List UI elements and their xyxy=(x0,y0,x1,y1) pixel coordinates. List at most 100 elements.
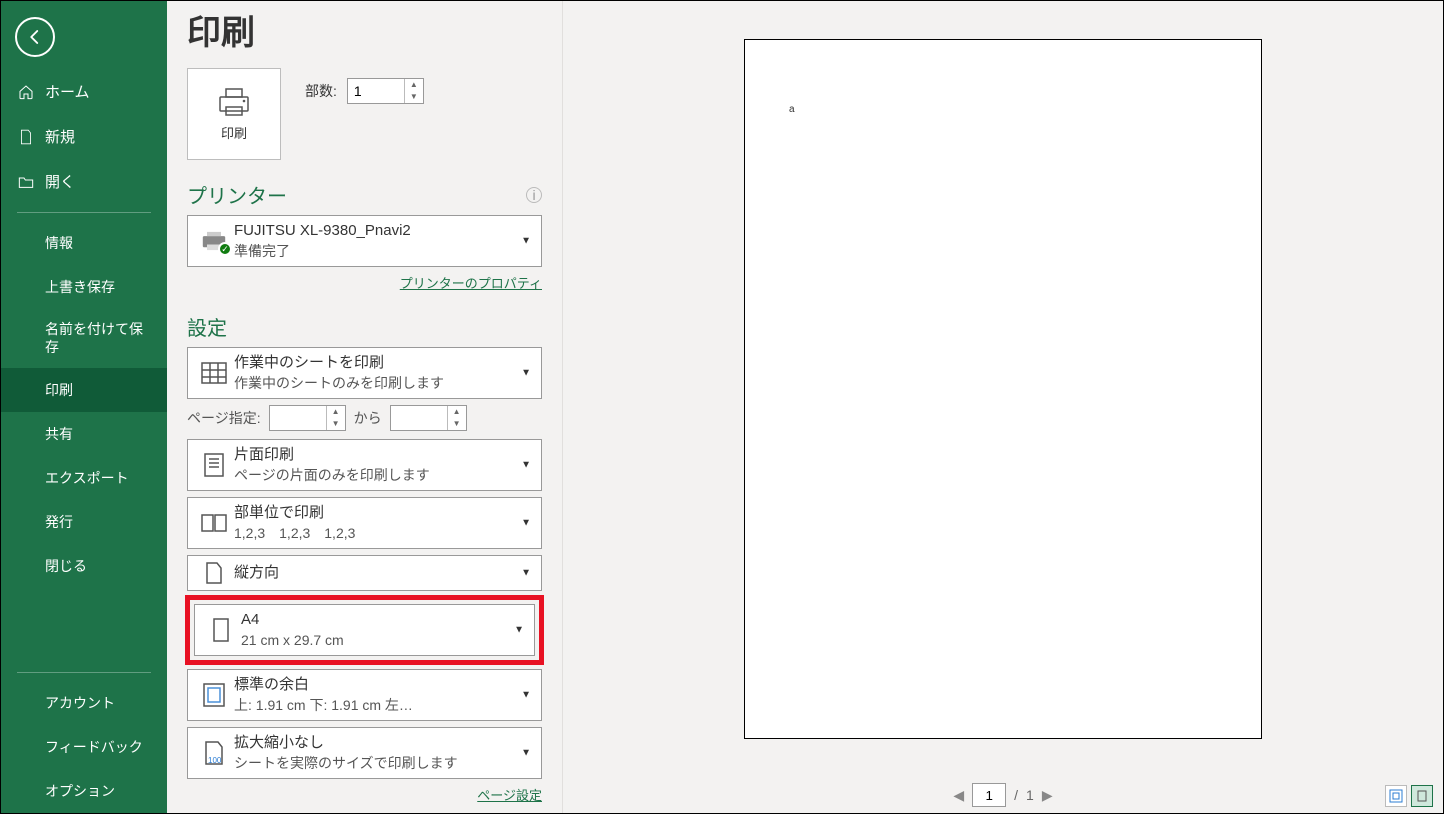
chevron-down-icon: ▼ xyxy=(521,518,531,529)
sidebar-item-close[interactable]: 閉じる xyxy=(1,544,167,588)
printer-properties-link[interactable]: プリンターのプロパティ xyxy=(400,276,542,291)
chevron-down-icon: ▼ xyxy=(521,568,531,579)
home-icon xyxy=(17,83,35,101)
copies-spinner[interactable]: ▲▼ xyxy=(347,78,424,104)
page-setup-link[interactable]: ページ設定 xyxy=(477,788,542,803)
sidebar-item-label: 印刷 xyxy=(45,380,73,400)
arrow-left-icon xyxy=(26,28,44,46)
sidebar-item-label: 共有 xyxy=(45,424,73,444)
scaling-icon: 100 xyxy=(203,740,225,766)
print-scope-select[interactable]: 作業中のシートを印刷 作業中のシートのみを印刷します ▼ xyxy=(187,347,542,399)
sidebar-item-publish[interactable]: 発行 xyxy=(1,500,167,544)
printer-name: FUJITSU XL-9380_Pnavi2 xyxy=(234,221,515,241)
zoom-to-page-button[interactable] xyxy=(1411,785,1433,807)
orientation-select[interactable]: 縦方向 ▼ xyxy=(187,555,542,591)
spinner-up[interactable]: ▲ xyxy=(448,406,466,418)
svg-text:100: 100 xyxy=(208,756,222,765)
sidebar-item-share[interactable]: 共有 xyxy=(1,412,167,456)
spinner-up[interactable]: ▲ xyxy=(405,79,423,91)
print-button-label: 印刷 xyxy=(221,123,247,142)
settings-section-header: 設定 xyxy=(187,312,227,341)
pages-to-input[interactable] xyxy=(391,406,447,430)
sidebar-item-label: アカウント xyxy=(45,693,115,713)
paper-sub: 21 cm x 29.7 cm xyxy=(241,631,508,650)
single-side-icon xyxy=(202,452,226,478)
backstage-sidebar: ホーム 新規 開く 情報 上書き保存 名前を付けて保存 印刷 共有 エクスポート… xyxy=(1,1,167,813)
new-file-icon xyxy=(17,128,35,146)
status-ready-badge-icon xyxy=(218,242,232,256)
sidebar-item-open[interactable]: 開く xyxy=(1,159,167,204)
collate-main: 部単位で印刷 xyxy=(234,503,515,523)
sidebar-item-label: 発行 xyxy=(45,512,73,532)
chevron-down-icon: ▼ xyxy=(521,748,531,759)
sidebar-item-save[interactable]: 上書き保存 xyxy=(1,265,167,309)
info-icon[interactable]: i xyxy=(526,187,542,203)
sidebar-item-account[interactable]: アカウント xyxy=(1,681,167,725)
copies-label: 部数: xyxy=(305,81,337,101)
show-margins-button[interactable] xyxy=(1385,785,1407,807)
sides-sub: ページの片面のみを印刷します xyxy=(234,466,515,485)
sidebar-item-label: 新規 xyxy=(45,126,75,147)
scope-sub: 作業中のシートのみを印刷します xyxy=(234,374,515,393)
printer-select[interactable]: FUJITSU XL-9380_Pnavi2 準備完了 ▼ xyxy=(187,215,542,267)
sidebar-item-label: 上書き保存 xyxy=(45,277,115,297)
chevron-down-icon: ▼ xyxy=(521,368,531,379)
sides-select[interactable]: 片面印刷 ページの片面のみを印刷します ▼ xyxy=(187,439,542,491)
chevron-down-icon: ▼ xyxy=(521,460,531,471)
prev-page-button[interactable]: ◀ xyxy=(953,787,964,804)
pages-to-label: から xyxy=(354,408,382,428)
collate-icon xyxy=(201,512,227,534)
sidebar-item-label: 開く xyxy=(45,171,75,192)
orientation-main: 縦方向 xyxy=(234,563,515,583)
spinner-down[interactable]: ▼ xyxy=(405,91,423,103)
preview-content: a xyxy=(789,104,795,115)
sides-main: 片面印刷 xyxy=(234,445,515,465)
scope-main: 作業中のシートを印刷 xyxy=(234,353,515,373)
scaling-main: 拡大縮小なし xyxy=(234,733,515,753)
print-settings-pane: 印刷 印刷 部数: ▲▼ プリンター i xyxy=(167,1,563,813)
margins-icon xyxy=(202,682,226,708)
collate-select[interactable]: 部単位で印刷 1,2,3 1,2,3 1,2,3 ▼ xyxy=(187,497,542,549)
pages-from-spinner[interactable]: ▲▼ xyxy=(269,405,346,431)
sidebar-item-saveas[interactable]: 名前を付けて保存 xyxy=(1,309,167,368)
current-page-input[interactable] xyxy=(972,783,1006,807)
app-root: ホーム 新規 開く 情報 上書き保存 名前を付けて保存 印刷 共有 エクスポート… xyxy=(0,0,1444,814)
sidebar-item-label: 情報 xyxy=(45,233,73,253)
sidebar-item-export[interactable]: エクスポート xyxy=(1,456,167,500)
paper-size-select[interactable]: A4 21 cm x 29.7 cm ▼ xyxy=(194,604,535,656)
sidebar-item-label: オプション xyxy=(45,781,115,801)
chevron-down-icon: ▼ xyxy=(514,625,524,636)
copies-input[interactable] xyxy=(348,79,404,103)
paper-main: A4 xyxy=(241,610,508,630)
sidebar-item-info[interactable]: 情報 xyxy=(1,221,167,265)
next-page-button[interactable]: ▶ xyxy=(1042,787,1053,804)
sidebar-item-print[interactable]: 印刷 xyxy=(1,368,167,412)
scaling-select[interactable]: 100 拡大縮小なし シートを実際のサイズで印刷します ▼ xyxy=(187,727,542,779)
sidebar-divider xyxy=(17,212,151,213)
pages-to-spinner[interactable]: ▲▼ xyxy=(390,405,467,431)
pages-from-input[interactable] xyxy=(270,406,326,430)
margins-select[interactable]: 標準の余白 上: 1.91 cm 下: 1.91 cm 左… ▼ xyxy=(187,669,542,721)
sidebar-item-label: 閉じる xyxy=(45,556,87,576)
page-title: 印刷 xyxy=(187,5,542,54)
printer-icon xyxy=(214,87,254,117)
page-preview: a xyxy=(744,39,1262,739)
spinner-up[interactable]: ▲ xyxy=(327,406,345,418)
zoom-fit-icon xyxy=(1415,789,1429,803)
spinner-down[interactable]: ▼ xyxy=(448,418,466,430)
sidebar-item-label: ホーム xyxy=(45,81,90,102)
collate-sub: 1,2,3 1,2,3 1,2,3 xyxy=(234,524,515,543)
sidebar-item-feedback[interactable]: フィードバック xyxy=(1,725,167,769)
printer-status: 準備完了 xyxy=(234,242,515,261)
total-pages: 1 xyxy=(1026,787,1034,803)
margins-sub: 上: 1.91 cm 下: 1.91 cm 左… xyxy=(234,696,515,715)
scaling-sub: シートを実際のサイズで印刷します xyxy=(234,754,515,773)
sidebar-item-home[interactable]: ホーム xyxy=(1,69,167,114)
back-button[interactable] xyxy=(15,17,55,57)
sidebar-item-new[interactable]: 新規 xyxy=(1,114,167,159)
print-button[interactable]: 印刷 xyxy=(187,68,281,160)
sidebar-item-options[interactable]: オプション xyxy=(1,769,167,813)
printer-section-header: プリンター xyxy=(187,180,287,209)
sidebar-divider xyxy=(17,672,151,673)
spinner-down[interactable]: ▼ xyxy=(327,418,345,430)
